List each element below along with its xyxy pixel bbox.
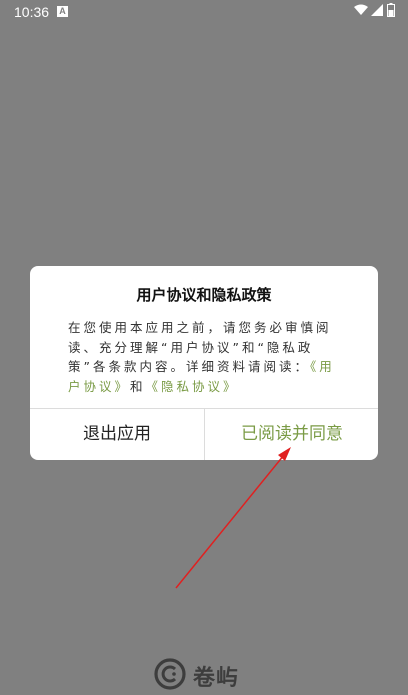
logo-text: 卷屿 xyxy=(193,666,240,691)
app-logo-icon xyxy=(154,658,186,690)
annotation-arrow xyxy=(175,447,291,589)
